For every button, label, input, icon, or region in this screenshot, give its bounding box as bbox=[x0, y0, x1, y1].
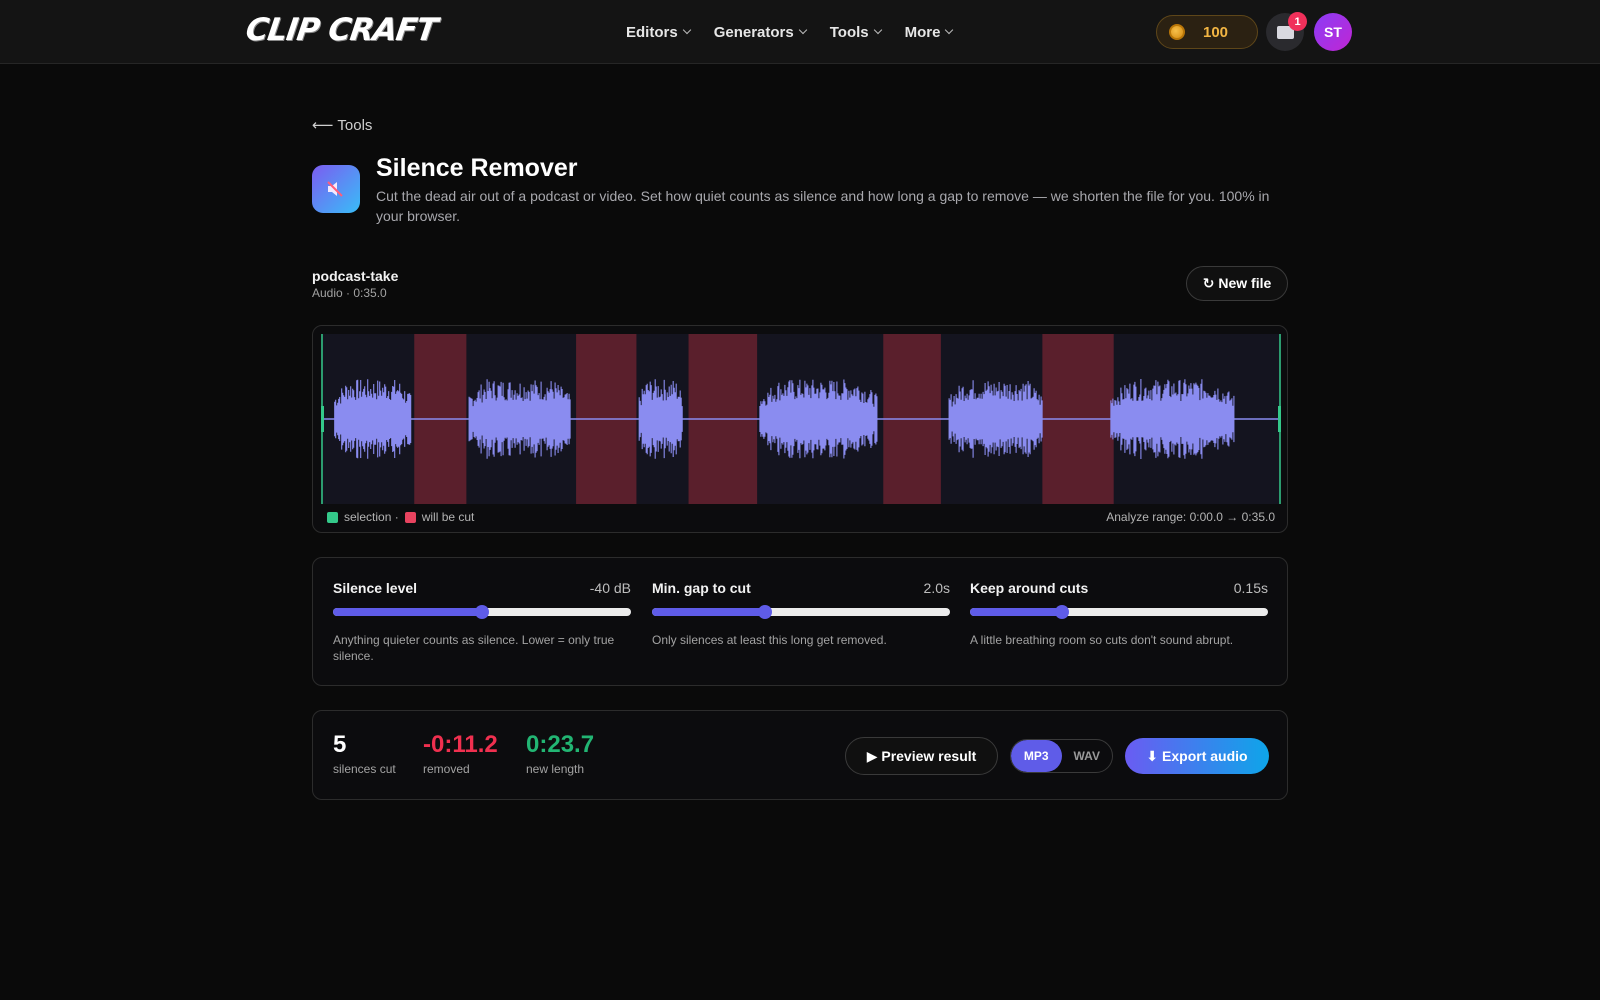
silences-cut-stat: 5 silences cut bbox=[333, 731, 396, 776]
nav-more[interactable]: More bbox=[904, 23, 954, 41]
back-to-tools-link[interactable]: ⟵ Tools bbox=[312, 116, 372, 134]
new-length-stat: 0:23.7 new length bbox=[526, 731, 594, 776]
main-nav: Editors Generators Tools More bbox=[626, 0, 976, 64]
legend-cut-label: will be cut bbox=[421, 510, 475, 524]
control-value: 0.15s bbox=[1233, 580, 1268, 596]
min-gap-slider[interactable] bbox=[652, 605, 950, 619]
result-card: 5 silences cut -0:11.2 removed 0:23.7 ne… bbox=[312, 710, 1288, 800]
analyze-range: Analyze range: 0:00.0 → 0:35.0 bbox=[1106, 510, 1275, 524]
nav-editors[interactable]: Editors bbox=[626, 23, 691, 41]
selection-start-handle bbox=[321, 406, 324, 432]
coin-count: 100 bbox=[1203, 23, 1229, 41]
control-label: Silence level bbox=[333, 580, 418, 596]
stat-value: -0:11.2 bbox=[423, 731, 498, 758]
slider-handle[interactable] bbox=[758, 605, 773, 619]
stat-value: 0:23.7 bbox=[526, 731, 595, 758]
nav-label: More bbox=[904, 23, 941, 41]
nav-tools[interactable]: Tools bbox=[829, 23, 882, 41]
keep-around-control: Keep around cuts 0.15s A little breathin… bbox=[970, 580, 1268, 648]
control-help: A little breathing room so cuts don't so… bbox=[970, 633, 1234, 647]
control-label: Min. gap to cut bbox=[652, 580, 751, 596]
waveform[interactable] bbox=[321, 334, 1281, 504]
settings-card: Silence level -40 dB Anything quieter co… bbox=[312, 557, 1288, 686]
export-audio-button[interactable]: ⬇ Export audio bbox=[1125, 738, 1269, 774]
page-title: Silence Remover bbox=[376, 154, 578, 182]
slider-fill bbox=[652, 608, 766, 616]
file-meta: Audio · 0:35.0 bbox=[312, 286, 387, 300]
slider-handle[interactable] bbox=[475, 605, 489, 619]
chevron-down-icon bbox=[682, 25, 691, 35]
cut-swatch bbox=[404, 511, 416, 523]
slider-fill bbox=[333, 608, 482, 616]
slider-fill bbox=[970, 608, 1063, 616]
coin-balance[interactable]: 100 bbox=[1156, 15, 1258, 49]
nav-generators[interactable]: Generators bbox=[713, 23, 807, 41]
preview-result-button[interactable]: ▶ Preview result bbox=[845, 737, 998, 775]
chevron-down-icon bbox=[798, 25, 807, 35]
silence-level-slider[interactable] bbox=[333, 605, 631, 619]
silence-level-control: Silence level -40 dB Anything quieter co… bbox=[333, 580, 631, 664]
stat-value: 5 bbox=[333, 731, 347, 758]
control-value: -40 dB bbox=[589, 580, 631, 596]
nav-label: Generators bbox=[713, 23, 794, 41]
chevron-down-icon bbox=[873, 25, 882, 35]
selection-end-handle bbox=[1278, 406, 1281, 432]
waveform-card: selection · will be cut Analyze range: 0… bbox=[312, 325, 1288, 533]
chevron-down-icon bbox=[945, 25, 954, 35]
control-help: Only silences at least this long get rem… bbox=[652, 633, 887, 647]
format-mp3-option[interactable]: MP3 bbox=[1011, 740, 1062, 772]
format-wav-option[interactable]: WAV bbox=[1062, 740, 1113, 772]
brand-logo[interactable]: CLIP CRAFT bbox=[243, 12, 439, 48]
stat-caption: removed bbox=[423, 762, 470, 776]
slider-handle[interactable] bbox=[1055, 605, 1070, 619]
removed-stat: -0:11.2 removed bbox=[423, 731, 498, 776]
waveform-legend: selection · will be cut bbox=[327, 510, 474, 524]
mute-icon bbox=[312, 165, 360, 213]
page-description: Cut the dead air out of a podcast or vid… bbox=[376, 188, 1270, 224]
notification-badge: 1 bbox=[1288, 12, 1307, 31]
avatar[interactable]: ST bbox=[1314, 13, 1352, 51]
speech-waveform bbox=[948, 380, 1043, 458]
keep-around-slider[interactable] bbox=[970, 605, 1268, 619]
control-value: 2.0s bbox=[923, 580, 950, 596]
control-label: Keep around cuts bbox=[970, 580, 1089, 596]
selection-swatch bbox=[327, 511, 338, 523]
speech-waveform bbox=[468, 379, 571, 459]
coin-icon bbox=[1169, 24, 1185, 40]
new-file-button[interactable]: ↻ New file bbox=[1186, 266, 1288, 301]
file-name: podcast-take bbox=[312, 268, 399, 284]
nav-label: Editors bbox=[626, 23, 678, 41]
control-help: Anything quieter counts as silence. Lowe… bbox=[333, 633, 615, 663]
stat-caption: silences cut bbox=[333, 762, 396, 776]
speech-waveform bbox=[759, 379, 878, 459]
legend-selection-label: selection · bbox=[344, 510, 399, 524]
format-toggle: MP3 WAV bbox=[1010, 739, 1113, 773]
stat-caption: new length bbox=[526, 762, 585, 776]
top-bar: CLIP CRAFT Editors Generators Tools More… bbox=[0, 0, 1600, 64]
speech-waveform bbox=[638, 379, 683, 459]
min-gap-control: Min. gap to cut 2.0s Only silences at le… bbox=[652, 580, 950, 648]
nav-label: Tools bbox=[829, 23, 869, 41]
